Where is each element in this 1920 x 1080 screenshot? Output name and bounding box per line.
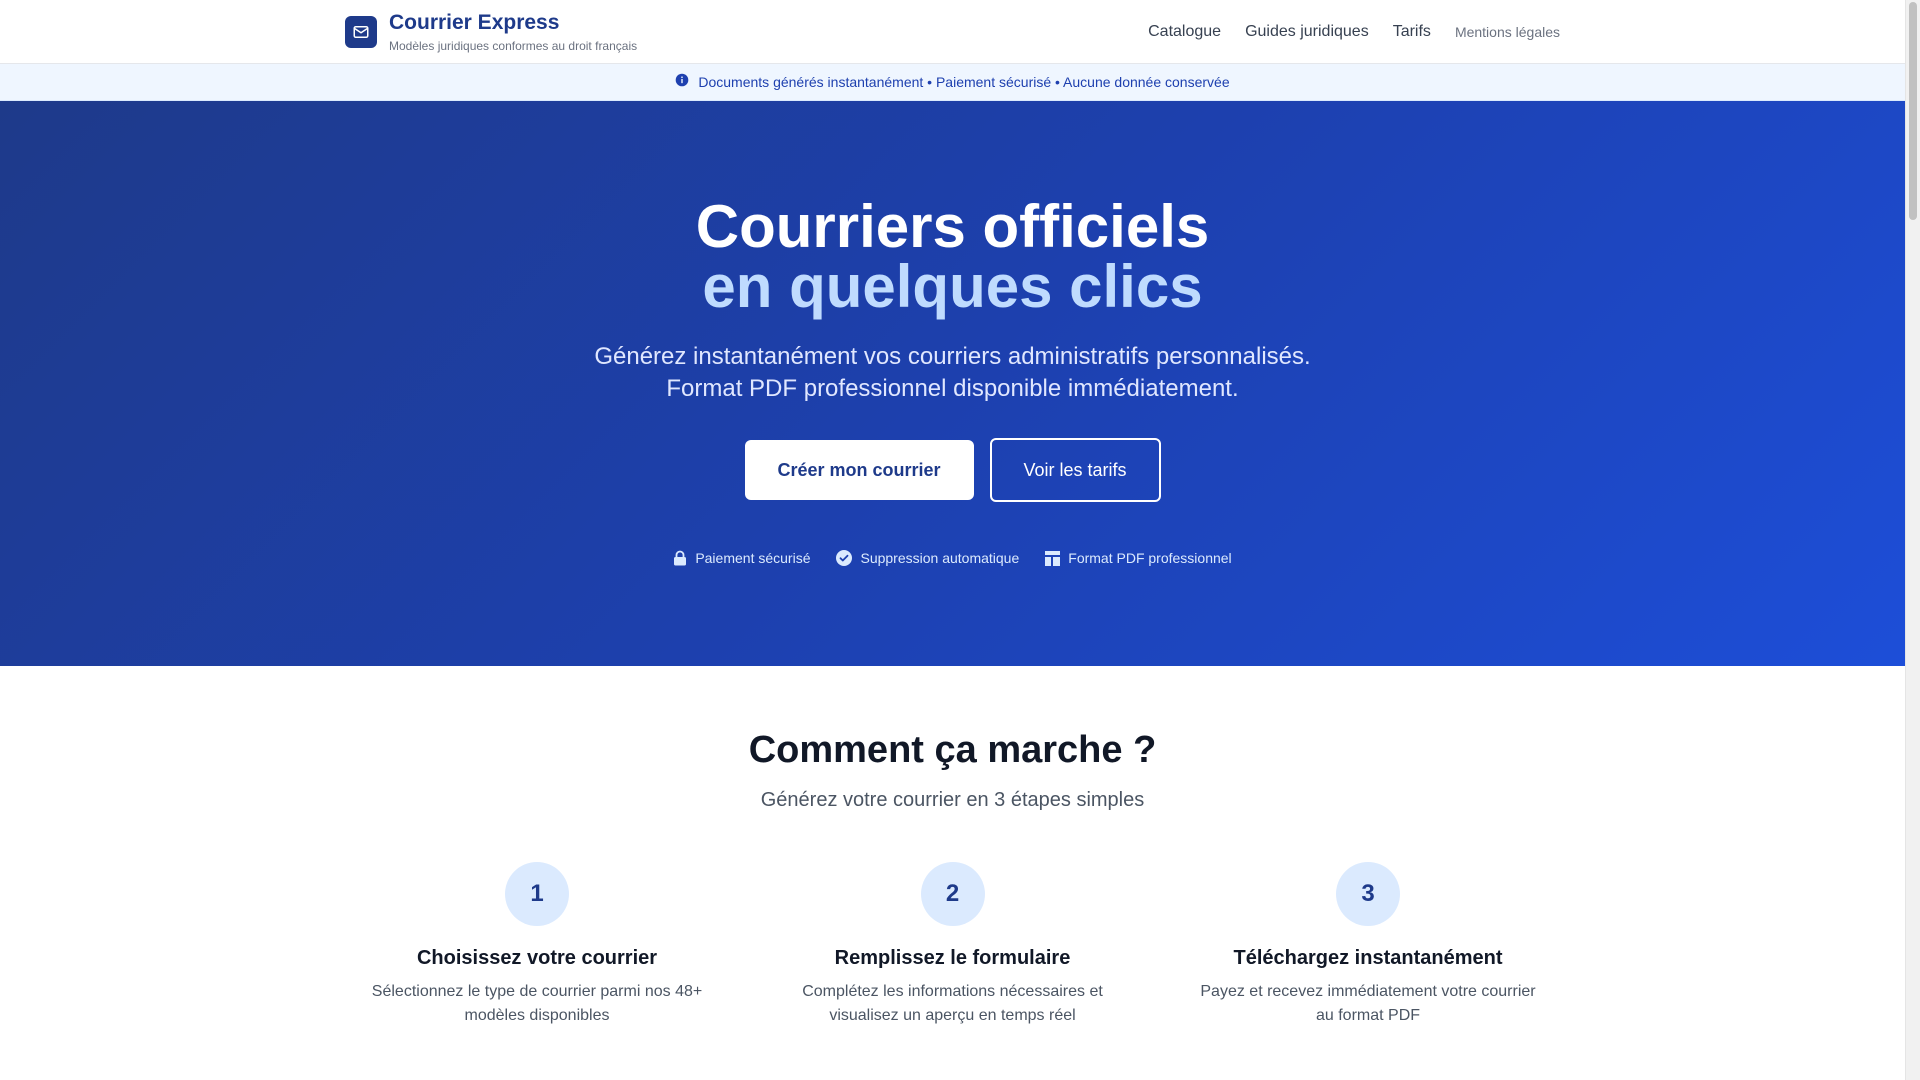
hero-title-line2: en quelques clics: [702, 253, 1203, 320]
view-pricing-button[interactable]: Voir les tarifs: [989, 438, 1161, 502]
step-title: Remplissez le formulaire: [834, 947, 1071, 969]
hero-title-line1: Courriers officiels: [695, 193, 1210, 260]
nav-catalogue[interactable]: Catalogue: [1148, 23, 1221, 41]
hero-subtitle-line1: Générez instantanément vos courriers adm…: [594, 343, 1311, 370]
mail-logo-icon: [345, 16, 377, 48]
step-description: Complétez les informations nécessaires e…: [802, 983, 1103, 1024]
step-number-badge: 2: [920, 862, 985, 926]
feature-auto-deletion: Suppression automatique: [836, 550, 1019, 566]
step-number-badge: 1: [505, 862, 569, 926]
main-nav: Catalogue Guides juridiques Tarifs Menti…: [1148, 23, 1560, 41]
info-icon: [675, 73, 689, 92]
page-scrollbar[interactable]: [1905, 0, 1920, 1080]
how-it-works-title: Comment ça marche ?: [748, 729, 1157, 771]
check-circle-icon: [836, 550, 853, 566]
hero-buttons: Créer mon courrier Voir les tarifs: [0, 438, 1905, 502]
hero-subtitle: Générez instantanément vos courriers adm…: [0, 341, 1905, 405]
step-card: 3 Téléchargez instantanément Payez et re…: [1176, 862, 1560, 1028]
step-number-badge: 3: [1336, 862, 1400, 926]
step-card: 2 Remplissez le formulaire Complétez les…: [761, 862, 1145, 1028]
page: Courrier Express Modèles juridiques conf…: [0, 0, 1905, 1080]
step-title: Téléchargez instantanément: [1233, 947, 1503, 969]
brand-text: Courrier Express Modèles juridiques conf…: [389, 11, 637, 54]
document-layout-icon: [1045, 550, 1061, 566]
nav-tarifs[interactable]: Tarifs: [1393, 23, 1431, 41]
brand-name: Courrier Express: [389, 10, 560, 34]
hero-features: Paiement sécurisé Suppression automatiqu…: [0, 550, 1905, 566]
step-description: Sélectionnez le type de courrier parmi n…: [371, 983, 703, 1024]
hero-section: Courriers officiels en quelques clics Gé…: [0, 101, 1905, 666]
lock-icon: [673, 550, 687, 566]
step-card: 1 Choisissez votre courrier Sélectionnez…: [345, 862, 729, 1028]
how-it-works-section: Comment ça marche ? Générez votre courri…: [0, 666, 1905, 1080]
brand-home-link[interactable]: Courrier Express Modèles juridiques conf…: [345, 11, 637, 54]
step-title: Choisissez votre courrier: [416, 947, 658, 969]
brand-tagline: Modèles juridiques conformes au droit fr…: [389, 38, 638, 53]
feature-label: Paiement sécurisé: [695, 550, 811, 566]
site-header: Courrier Express Modèles juridiques conf…: [0, 0, 1905, 64]
feature-secure-payment: Paiement sécurisé: [673, 550, 810, 566]
header-inner: Courrier Express Modèles juridiques conf…: [345, 0, 1560, 64]
step-description: Payez et recevez immédiatement votre cou…: [1200, 983, 1536, 1024]
create-letter-button[interactable]: Créer mon courrier: [744, 440, 974, 500]
feature-label: Format PDF professionnel: [1068, 550, 1232, 566]
hero-title: Courriers officiels en quelques clics: [0, 197, 1905, 317]
info-banner: Documents générés instantanément • Paiem…: [0, 64, 1905, 101]
scrollbar-thumb[interactable]: [1909, 2, 1917, 220]
nav-guides-juridiques[interactable]: Guides juridiques: [1245, 23, 1369, 41]
feature-label: Suppression automatique: [860, 550, 1020, 566]
nav-mentions-legales[interactable]: Mentions légales: [1455, 24, 1560, 40]
feature-pdf-format: Format PDF professionnel: [1045, 550, 1232, 566]
hero-subtitle-line2: Format PDF professionnel disponible immé…: [666, 375, 1239, 402]
how-it-works-subtitle: Générez votre courrier en 3 étapes simpl…: [760, 789, 1145, 811]
steps-list: 1 Choisissez votre courrier Sélectionnez…: [345, 862, 1560, 1028]
info-banner-text: Documents générés instantanément • Paiem…: [698, 74, 1230, 90]
